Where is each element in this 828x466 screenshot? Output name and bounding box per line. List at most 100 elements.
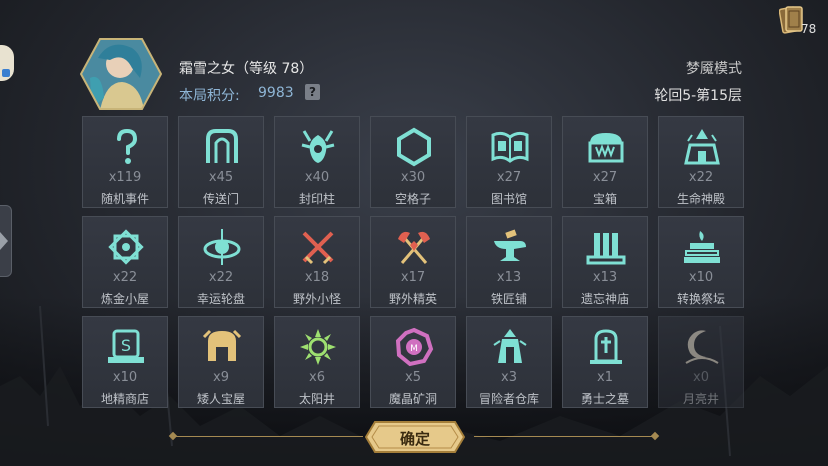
mode-label: 梦魇模式: [686, 61, 742, 77]
shrine-icon: [586, 233, 626, 265]
tomb-icon: [590, 329, 622, 364]
tile-count: x22: [208, 270, 234, 285]
tile-crystal-mine[interactable]: M x5 魔晶矿洞: [370, 316, 456, 408]
score-value: 9983: [258, 85, 294, 101]
tile-label: 传送门: [202, 192, 239, 206]
hero-portrait: [80, 38, 162, 110]
tile-label: 封印柱: [298, 192, 335, 206]
side-expand-tab[interactable]: [0, 205, 12, 277]
book-icon: [491, 131, 529, 163]
divider-left: [173, 436, 363, 437]
shop-icon: S: [108, 329, 144, 363]
confirm-label: 确定: [399, 430, 430, 448]
tile-label: 宝箱: [592, 192, 617, 206]
tile-count: x5: [405, 370, 421, 385]
tile-label: 炼金小屋: [100, 292, 149, 306]
help-button[interactable]: ?: [305, 84, 320, 100]
tile-label: 铁匠铺: [490, 292, 527, 306]
tile-label: 野外精英: [388, 292, 437, 306]
cards-count: 78: [801, 22, 817, 36]
warehouse-icon: [493, 329, 527, 363]
crossed-axes-icon: [398, 231, 430, 264]
tile-field-minion[interactable]: x18 野外小怪: [274, 216, 360, 308]
tile-count: x13: [496, 270, 522, 285]
tile-count: x17: [400, 270, 426, 285]
temple-icon: [684, 129, 720, 165]
hexagon-icon: [397, 127, 431, 167]
divider-right: [474, 436, 654, 437]
score-label: 本局积分:: [179, 88, 240, 104]
tile-label: 空格子: [394, 192, 431, 206]
seal-pillar-icon: [301, 130, 335, 163]
tile-library[interactable]: x27 图书馆: [466, 116, 552, 208]
tile-count: x6: [309, 370, 325, 385]
tile-count: x27: [592, 170, 618, 185]
tile-count: x27: [496, 170, 522, 185]
tile-count: x40: [304, 170, 330, 185]
tile-count: x13: [592, 270, 618, 285]
tile-count: x10: [112, 370, 138, 385]
moon-icon: [685, 330, 719, 364]
floor-label: 轮回5-第15层: [654, 88, 742, 104]
tile-goblin-shop[interactable]: S x10 地精商店: [82, 316, 168, 408]
tile-conversion-altar[interactable]: x10 转换祭坛: [658, 216, 744, 308]
svg-text:S: S: [121, 336, 131, 355]
tile-warrior-tomb[interactable]: x1 勇士之墓: [562, 316, 648, 408]
anvil-icon: [494, 229, 526, 261]
tile-dwarf-treasury[interactable]: x9 矮人宝屋: [178, 316, 264, 408]
crossed-swords-icon: [302, 231, 334, 265]
side-avatar-button[interactable]: [0, 45, 14, 81]
tile-label: 地精商店: [100, 392, 149, 406]
tile-label: 转换祭坛: [676, 292, 725, 306]
question-icon: [117, 128, 138, 164]
tile-moon-well[interactable]: x0 月亮井: [658, 316, 744, 408]
hero-name: 霜雪之女（等级 78）: [179, 61, 314, 77]
chest-icon: [588, 133, 624, 163]
crystal-mine-icon: M: [395, 327, 434, 367]
tile-empty-cell[interactable]: x30 空格子: [370, 116, 456, 208]
tile-label: 魔晶矿洞: [388, 392, 437, 406]
tile-adventurer-warehouse[interactable]: x3 冒险者仓库: [466, 316, 552, 408]
svg-text:M: M: [410, 344, 418, 354]
tile-label: 太阳井: [298, 392, 335, 406]
tile-count: x9: [213, 370, 229, 385]
portal-icon: [206, 129, 238, 163]
tile-count: x1: [597, 370, 613, 385]
altar-icon: [684, 231, 720, 263]
tile-label: 冒险者仓库: [478, 392, 539, 406]
tile-label: 幸运轮盘: [196, 292, 245, 306]
chevron-right-icon: [0, 232, 8, 250]
alchemy-icon: [108, 229, 144, 265]
tile-life-temple[interactable]: x22 生命神殿: [658, 116, 744, 208]
dwarf-helmet-icon: [202, 329, 242, 361]
tile-label: 矮人宝屋: [196, 392, 245, 406]
tile-count: x18: [304, 270, 330, 285]
tile-count: x22: [688, 170, 714, 185]
tile-sun-well[interactable]: x6 太阳井: [274, 316, 360, 408]
tile-random-event[interactable]: x119 随机事件: [82, 116, 168, 208]
event-grid: x119 随机事件 x45 传送门 x40 封印柱 x30 空格子 x27 图书…: [82, 116, 746, 408]
tile-label: 生命神殿: [676, 192, 725, 206]
tile-count: x45: [208, 170, 234, 185]
tile-count: x10: [688, 270, 714, 285]
tile-blacksmith[interactable]: x13 铁匠铺: [466, 216, 552, 308]
tile-portal[interactable]: x45 传送门: [178, 116, 264, 208]
tile-lucky-wheel[interactable]: x22 幸运轮盘: [178, 216, 264, 308]
tile-alchemy-hut[interactable]: x22 炼金小屋: [82, 216, 168, 308]
tile-field-elite[interactable]: x17 野外精英: [370, 216, 456, 308]
tile-chest[interactable]: x27 宝箱: [562, 116, 648, 208]
tile-count: x22: [112, 270, 138, 285]
tile-seal-pillar[interactable]: x40 封印柱: [274, 116, 360, 208]
tile-count: x119: [108, 170, 142, 185]
tile-count: x3: [501, 370, 517, 385]
notification-dot: [2, 69, 10, 77]
tile-label: 遗忘神庙: [580, 292, 629, 306]
confirm-button[interactable]: 确定: [364, 421, 466, 453]
tile-forgotten-shrine[interactable]: x13 遗忘神庙: [562, 216, 648, 308]
tile-label: 野外小怪: [292, 292, 341, 306]
tile-count: x30: [400, 170, 426, 185]
tile-label: 随机事件: [100, 192, 149, 206]
sun-icon: [300, 329, 336, 365]
tile-label: 图书馆: [490, 192, 527, 206]
tile-label: 月亮井: [682, 392, 719, 406]
